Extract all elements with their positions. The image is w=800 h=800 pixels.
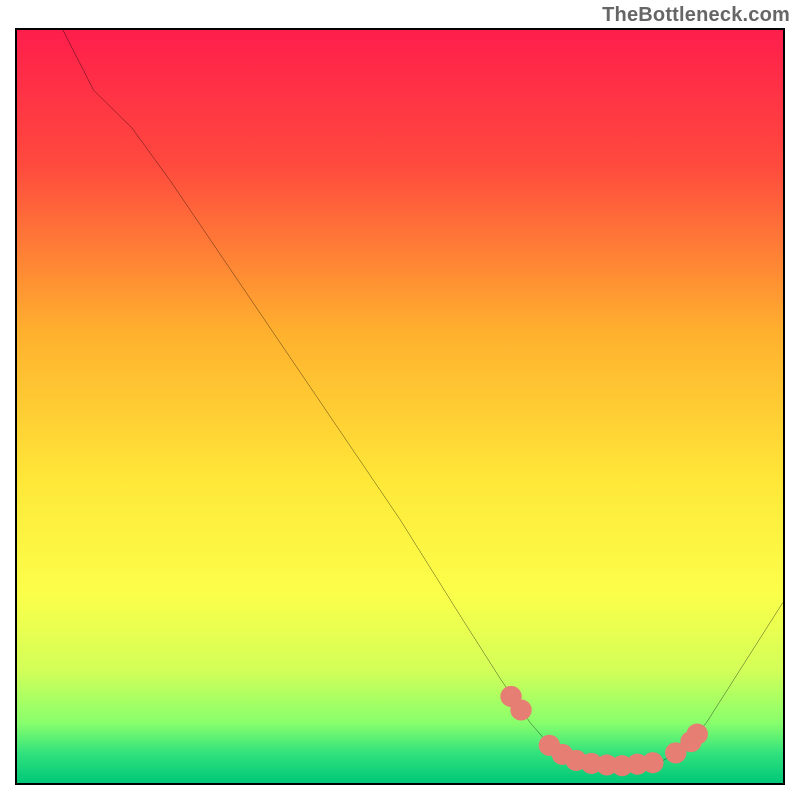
data-marker xyxy=(686,724,707,745)
chart-svg xyxy=(17,30,783,783)
gradient-background xyxy=(17,30,783,783)
plot-area xyxy=(15,28,785,785)
chart-container: TheBottleneck.com xyxy=(0,0,800,800)
data-marker xyxy=(510,699,531,720)
watermark-text: TheBottleneck.com xyxy=(602,4,790,27)
data-marker xyxy=(642,752,663,773)
